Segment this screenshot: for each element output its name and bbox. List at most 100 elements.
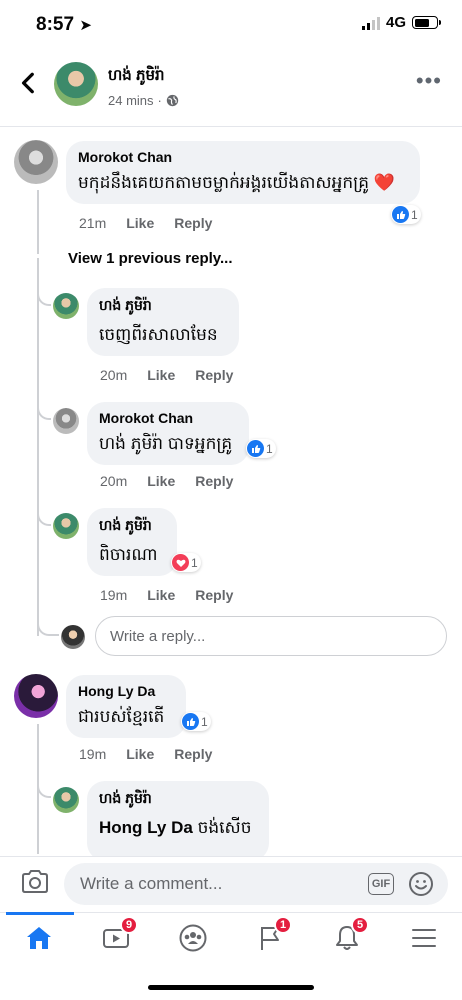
home-indicator — [148, 985, 314, 990]
like-button[interactable]: Like — [147, 367, 175, 383]
reply-placeholder: Write a reply... — [110, 627, 206, 645]
tab-menu[interactable] — [404, 920, 444, 956]
avatar[interactable] — [14, 140, 58, 184]
view-previous-replies-link[interactable]: View 1 previous reply... — [68, 250, 233, 267]
mention-link[interactable]: Hong Ly Da — [99, 818, 193, 837]
network-label: 4G — [385, 14, 406, 31]
comment-actions: 19m Like Reply — [100, 587, 233, 603]
tab-home[interactable] — [19, 920, 59, 956]
reply-button[interactable]: Reply — [174, 215, 212, 231]
like-reaction-badge[interactable]: 1 — [181, 712, 211, 731]
emoji-icon[interactable] — [408, 871, 434, 897]
comment-text: ហង់ ភូមិរ៉ា បាទអ្នកគ្រូ — [99, 434, 233, 453]
header-divider — [0, 126, 462, 127]
thread-connector — [37, 238, 57, 260]
post-author-avatar[interactable] — [54, 62, 98, 106]
comment-author[interactable]: Morokot Chan — [99, 410, 237, 426]
thumbs-up-icon — [392, 206, 409, 223]
avatar[interactable] — [53, 408, 79, 434]
gif-button[interactable]: GIF — [368, 873, 394, 895]
post-time: 24 mins — [108, 93, 154, 108]
signal-icon — [361, 16, 380, 30]
comment-time: 19m — [100, 587, 128, 603]
like-button[interactable]: Like — [147, 587, 175, 603]
tab-pages[interactable]: 1 — [250, 916, 292, 956]
meta-separator: · — [157, 93, 162, 108]
comment-text: ជារបស់ខ្មែរតើ — [78, 707, 165, 726]
comment-author[interactable]: Morokot Chan — [78, 149, 408, 165]
reaction-count: 1 — [191, 555, 198, 570]
tab-watch[interactable]: 9 — [96, 916, 138, 956]
post-meta: 24 mins · — [108, 93, 179, 108]
comment-bubble: ហង់ ភូមិរ៉ា ចេញពីរសាលាមែន — [87, 288, 239, 356]
love-reaction-badge[interactable]: 1 — [171, 553, 201, 572]
comment-time: 21m — [79, 215, 107, 231]
groups-icon — [179, 924, 207, 952]
comment-time: 19m — [79, 746, 107, 762]
comment-time: 20m — [100, 367, 128, 383]
comment-placeholder: Write a comment... — [80, 874, 223, 893]
reply-button[interactable]: Reply — [195, 367, 233, 383]
comment-author[interactable]: Hong Ly Da — [78, 683, 174, 699]
comment-actions: 21m Like Reply — [79, 215, 212, 231]
thread-connector — [37, 282, 51, 306]
location-arrow-icon: ➤ — [79, 17, 92, 34]
comment-bubble: ហង់ ភូមិរ៉ា ពិចារណា — [87, 508, 177, 576]
avatar[interactable] — [53, 293, 79, 319]
comment-actions: 20m Like Reply — [100, 367, 233, 383]
camera-icon[interactable] — [20, 868, 50, 896]
comment-actions: 19m Like Reply — [79, 746, 212, 762]
like-button[interactable]: Like — [126, 746, 154, 762]
avatar[interactable] — [53, 513, 79, 539]
comment-text: មកុដនឹងគេយកតាមចម្លាក់អង្គរយើងតាសអ្នកគ្រូ… — [78, 173, 395, 192]
comment-text: ចង់សើច — [197, 818, 252, 837]
thread-connector — [37, 502, 51, 526]
active-tab-indicator — [6, 912, 74, 915]
hamburger-menu-icon — [412, 929, 436, 947]
tab-groups[interactable] — [173, 920, 213, 956]
reaction-count: 1 — [411, 207, 418, 222]
comment-bubble: Morokot Chan ហង់ ភូមិរ៉ា បាទអ្នកគ្រូ — [87, 402, 249, 465]
home-icon — [27, 927, 51, 949]
reaction-count: 1 — [266, 441, 273, 456]
comment-author[interactable]: ហង់ ភូមិរ៉ា — [99, 516, 165, 537]
write-reply-input[interactable]: Write a reply... — [95, 616, 447, 656]
reply-button[interactable]: Reply — [195, 587, 233, 603]
battery-icon — [412, 16, 441, 29]
avatar[interactable] — [53, 787, 79, 813]
back-arrow-icon[interactable] — [16, 70, 42, 96]
watch-badge: 9 — [120, 916, 138, 934]
thread-connector — [37, 614, 59, 636]
like-reaction-badge[interactable]: 1 — [246, 439, 276, 458]
post-author-name[interactable]: ហង់ ភូមិរ៉ា — [108, 66, 165, 88]
thread-connector — [37, 774, 51, 798]
status-indicators: 4G — [361, 14, 441, 31]
notifications-badge: 5 — [351, 916, 369, 934]
current-user-avatar — [61, 625, 85, 649]
comment-bubble: Hong Ly Da ជារបស់ខ្មែរតើ — [66, 675, 186, 738]
comment-author[interactable]: ហង់ ភូមិរ៉ា — [99, 296, 227, 317]
thread-line — [37, 258, 39, 636]
comment-text: ចេញពីរសាលាមែន — [99, 325, 218, 344]
thumbs-up-icon — [182, 713, 199, 730]
comment-author[interactable]: ហង់ ភូមិរ៉ា — [99, 789, 257, 810]
pages-badge: 1 — [274, 916, 292, 934]
reply-button[interactable]: Reply — [195, 473, 233, 489]
like-reaction-badge[interactable]: 1 — [391, 205, 421, 224]
comment-time: 20m — [100, 473, 128, 489]
tab-notifications[interactable]: 5 — [327, 916, 369, 956]
comment-text: ពិចារណា — [99, 545, 158, 564]
avatar[interactable] — [14, 674, 58, 718]
reply-button[interactable]: Reply — [174, 746, 212, 762]
thread-connector — [37, 396, 51, 420]
thumbs-up-icon — [247, 440, 264, 457]
like-button[interactable]: Like — [147, 473, 175, 489]
status-time: 8:57 ➤ — [36, 14, 92, 35]
more-options-icon[interactable]: ••• — [416, 70, 442, 92]
like-button[interactable]: Like — [126, 215, 154, 231]
heart-icon — [172, 554, 189, 571]
reaction-count: 1 — [201, 714, 208, 729]
globe-icon — [166, 94, 179, 107]
comment-bubble: ហង់ ភូមិរ៉ា Hong Ly Da ចង់សើច — [87, 781, 269, 861]
comment-actions: 20m Like Reply — [100, 473, 233, 489]
